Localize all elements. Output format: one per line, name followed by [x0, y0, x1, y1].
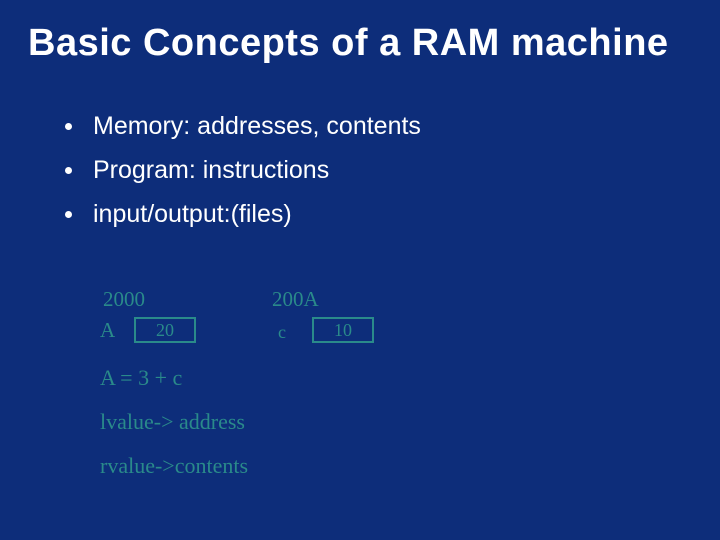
address-1: 2000	[103, 287, 145, 312]
address-row: 2000 200A	[100, 285, 620, 313]
var-label-a: A	[100, 318, 134, 343]
var-label-c: c	[278, 318, 312, 343]
memory-cell-c: 10	[312, 317, 374, 343]
slide-title: Basic Concepts of a RAM machine	[0, 0, 720, 65]
address-2: 200A	[272, 287, 319, 312]
memory-diagram: 2000 200A A 20 c 10 A = 3 + c lvalue-> a…	[100, 285, 620, 479]
expression-line: A = 3 + c	[100, 365, 620, 391]
bullet-list: Memory: addresses, contents Program: ins…	[65, 105, 720, 236]
rvalue-line: rvalue->contents	[100, 453, 620, 479]
memory-cell-a: 20	[134, 317, 196, 343]
bullet-item: input/output:(files)	[65, 193, 720, 237]
bullet-item: Program: instructions	[65, 149, 720, 193]
bullet-item: Memory: addresses, contents	[65, 105, 720, 149]
lvalue-line: lvalue-> address	[100, 409, 620, 435]
cell-row: A 20 c 10	[100, 317, 620, 343]
